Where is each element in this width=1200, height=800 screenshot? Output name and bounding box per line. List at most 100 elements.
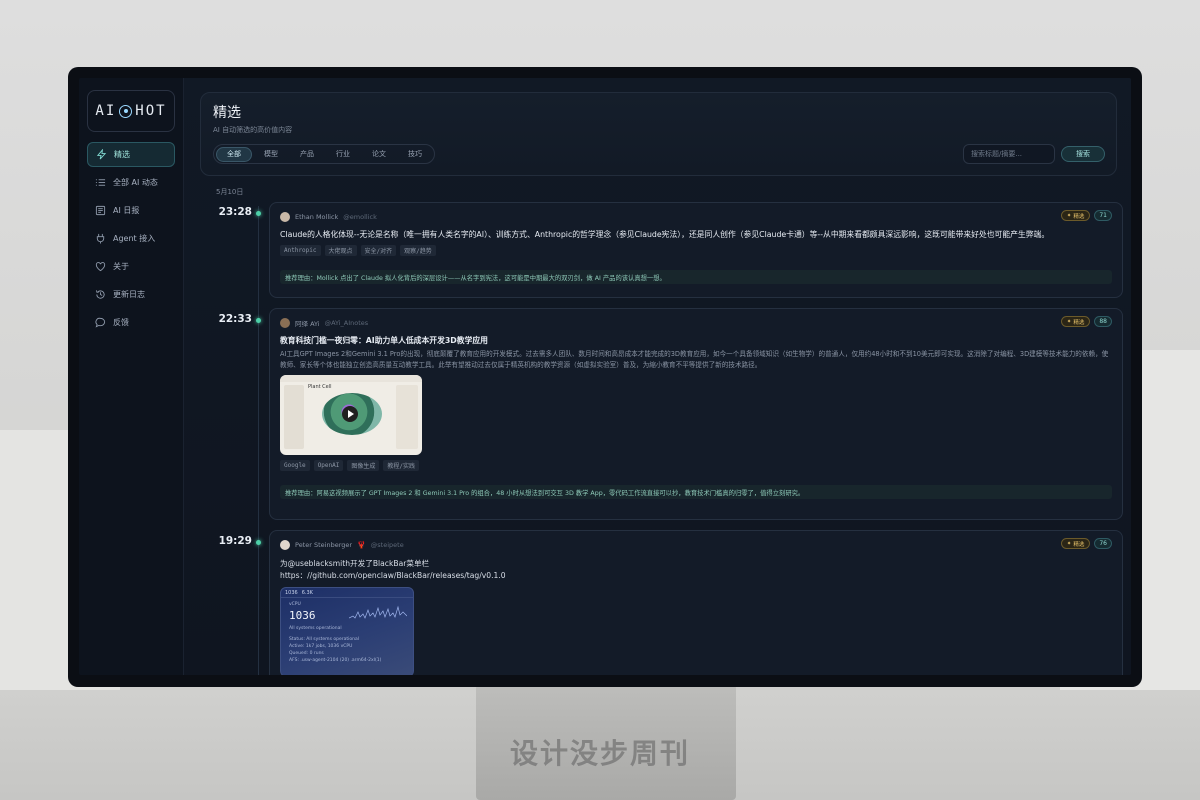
sidebar-item-all-ai-news[interactable]: 全部 AI 动态 [87, 170, 175, 195]
tag-list: Anthropic 大佬观点 安全/对齐 观察/趋势 [280, 245, 1112, 256]
sidebar-item-label: Agent 接入 [113, 234, 156, 243]
sidebar-item-about[interactable]: 关于 [87, 254, 175, 279]
tab-products[interactable]: 产品 [290, 147, 324, 162]
avatar [280, 540, 290, 550]
post-card[interactable]: 阿绎 AYi @AYi_AInotes ✦ 精选 88 教育科技门槛一夜归零：AI… [269, 308, 1123, 520]
sparkle-icon: ✦ [1066, 212, 1072, 219]
logo[interactable]: AI HOT [87, 90, 175, 132]
timeline-line [258, 206, 259, 675]
sparkle-icon: ✦ [1066, 318, 1072, 325]
tag[interactable]: 观察/趋势 [400, 245, 436, 256]
search-input[interactable] [963, 144, 1055, 164]
sidebar-item-featured[interactable]: 精选 [87, 142, 175, 167]
post-title[interactable]: Claude的人格化体现--无论是名称（唯一拥有人类名字的AI）、训练方式、An… [280, 229, 1112, 240]
timeline-dot [256, 540, 261, 545]
tag[interactable]: 安全/对齐 [360, 245, 397, 256]
app-status-line: Queued: 0 runs [289, 651, 324, 656]
score-badge: 76 [1094, 538, 1112, 549]
card-header: Peter Steinberger 🦞 @steipete [280, 539, 1112, 551]
app-status-line: Status: All systems operational [289, 637, 359, 642]
tag[interactable]: 教程/实践 [383, 460, 420, 471]
watermark-text: 设计没步周刊 [509, 737, 690, 770]
sidebar-item-ai-daily[interactable]: AI 日报 [87, 198, 175, 223]
play-icon[interactable] [342, 406, 358, 422]
sidebar-item-label: AI 日报 [113, 206, 140, 215]
avatar [280, 318, 290, 328]
heart-icon [95, 261, 106, 272]
author-name[interactable]: Peter Steinberger [295, 541, 352, 549]
timeline-dot [256, 318, 261, 323]
sidebar-item-label: 精选 [114, 150, 130, 159]
list-icon [95, 177, 106, 188]
post-card[interactable]: Ethan Mollick @emollick ✦ 精选 71 Claude的人格… [269, 202, 1123, 298]
tag[interactable]: OpenAI [313, 460, 344, 471]
recommendation-reason: 推荐理由：Mollick 点出了 Claude 拟人化背后的深层设计——从名字到… [280, 270, 1112, 284]
author-handle[interactable]: @AYi_AInotes [325, 319, 369, 327]
featured-badge-label: 精选 [1073, 541, 1085, 548]
card-badges: ✦ 精选 76 [1060, 538, 1112, 549]
thumbnail-topbar [280, 375, 422, 382]
card-header: Ethan Mollick @emollick [280, 211, 1112, 223]
featured-badge-label: 精选 [1073, 319, 1085, 326]
sidebar: AI HOT 精选 全部 AI 动态 AI 日报 Agent 接入 关于 更新日… [79, 78, 184, 675]
page-header: 精选 AI 自动筛选的高价值内容 全部 模型 产品 行业 论文 技巧 搜索 [200, 92, 1117, 176]
card-header: 阿绎 AYi @AYi_AInotes [280, 317, 1112, 329]
post-title[interactable]: 为@useblacksmith开发了BlackBar菜单栏 [280, 558, 1112, 570]
tag[interactable]: 图像生成 [347, 460, 380, 471]
lightning-icon [96, 149, 107, 160]
sidebar-item-label: 全部 AI 动态 [113, 178, 158, 187]
plug-icon [95, 233, 106, 244]
thumbnail-left-panel [284, 385, 304, 449]
timeline-dot [256, 211, 261, 216]
app-status-short: All systems operational [289, 626, 342, 631]
page-subtitle: AI 自动筛选的高价值内容 [213, 126, 293, 134]
author-handle[interactable]: @emollick [343, 213, 377, 221]
entry-time: 19:29 [218, 535, 252, 547]
sidebar-item-changelog[interactable]: 更新日志 [87, 282, 175, 307]
tab-models[interactable]: 模型 [254, 147, 288, 162]
tag[interactable]: Anthropic [280, 245, 321, 256]
author-name[interactable]: 阿绎 AYi [295, 318, 320, 328]
tab-industry[interactable]: 行业 [326, 147, 360, 162]
video-thumbnail[interactable]: Plant Cell [280, 375, 422, 455]
category-filter-tabs: 全部 模型 产品 行业 论文 技巧 [213, 144, 435, 164]
featured-badge: ✦ 精选 [1060, 210, 1091, 221]
app-screenshot-toolbar: 1036 6.3K [281, 588, 413, 598]
sidebar-item-feedback[interactable]: 反馈 [87, 310, 175, 335]
tag-list: Google OpenAI 图像生成 教程/实践 [280, 460, 1112, 471]
sidebar-item-label: 关于 [113, 262, 129, 271]
sidebar-item-agent-access[interactable]: Agent 接入 [87, 226, 175, 251]
date-label: 5月10日 [216, 188, 244, 196]
newspaper-icon [95, 205, 106, 216]
thumbnail-heading: Plant Cell [308, 384, 332, 390]
tag[interactable]: 大佬观点 [324, 245, 357, 256]
post-title[interactable]: 教育科技门槛一夜归零：AI助力单人低成本开发3D教学应用 [280, 335, 1112, 346]
monitor: AI HOT 精选 全部 AI 动态 AI 日报 Agent 接入 关于 更新日… [68, 67, 1142, 687]
app-top-value: 1036 [285, 589, 298, 596]
app-status-line: AFS: .usw-agent-2104 (20) .arm64-2xl(1) [289, 658, 382, 663]
recommendation-reason: 推荐理由：阿易这视频展示了 GPT Images 2 和 Gemini 3.1 … [280, 485, 1112, 499]
tag[interactable]: Google [280, 460, 310, 471]
tab-papers[interactable]: 论文 [362, 147, 396, 162]
history-icon [95, 289, 106, 300]
logo-text-left: AI [95, 103, 117, 119]
author-handle[interactable]: @steipete [371, 541, 404, 549]
lobster-emoji-icon: 🦞 [357, 541, 366, 549]
entry-time: 22:33 [218, 313, 252, 325]
tab-tips[interactable]: 技巧 [398, 147, 432, 162]
app-status-line: Active: 1k7 jobs, 1036 vCPU [289, 644, 353, 649]
app-top-value-right: 6.3K [301, 589, 313, 596]
post-link[interactable]: https：//github.com/openclaw/BlackBar/rel… [280, 570, 1112, 582]
entry-time: 23:28 [218, 206, 252, 218]
app-screenshot-image[interactable]: 1036 6.3K vCPU 1036 All systems operatio… [280, 587, 414, 675]
post-card[interactable]: Peter Steinberger 🦞 @steipete ✦ 精选 76 为@u… [269, 530, 1123, 675]
tab-all[interactable]: 全部 [216, 146, 252, 162]
author-name[interactable]: Ethan Mollick [295, 213, 338, 221]
search-button[interactable]: 搜索 [1061, 146, 1105, 162]
card-badges: ✦ 精选 71 [1060, 210, 1112, 221]
app-window: AI HOT 精选 全部 AI 动态 AI 日报 Agent 接入 关于 更新日… [79, 78, 1131, 675]
featured-badge: ✦ 精选 [1060, 316, 1091, 327]
activity-sparkline [349, 605, 407, 619]
main-content: 精选 AI 自动筛选的高价值内容 全部 模型 产品 行业 论文 技巧 搜索 5月… [184, 78, 1131, 675]
sparkle-icon: ✦ [1066, 540, 1072, 547]
